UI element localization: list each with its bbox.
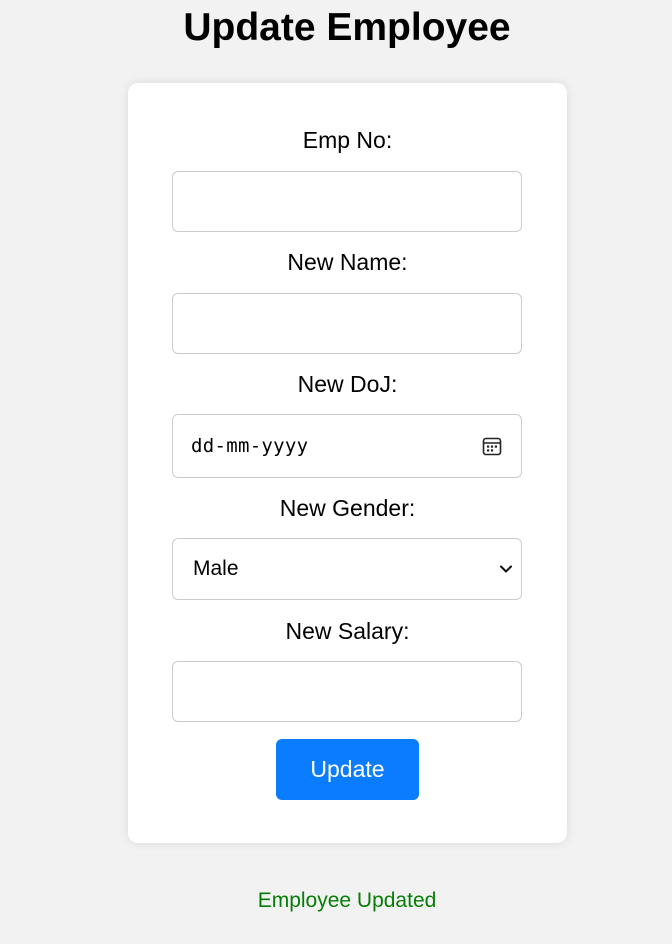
date-placeholder: dd-mm-yyyy bbox=[191, 435, 309, 457]
page-title: Update Employee bbox=[183, 6, 511, 49]
chevron-down-icon bbox=[499, 562, 513, 576]
emp-no-label: Emp No: bbox=[302, 127, 393, 153]
new-salary-input[interactable] bbox=[172, 661, 522, 722]
new-gender-label: New Gender: bbox=[279, 495, 416, 521]
new-name-input[interactable] bbox=[172, 293, 522, 354]
new-doj-label: New DoJ: bbox=[297, 371, 398, 397]
selected-gender: Male bbox=[193, 557, 239, 580]
update-button[interactable]: Update bbox=[276, 739, 419, 800]
calendar-icon[interactable] bbox=[481, 435, 503, 457]
update-employee-form: Emp No: New Name: New DoJ: dd-mm-yyyy Ne… bbox=[128, 83, 567, 843]
status-message: Employee Updated bbox=[257, 889, 437, 912]
new-salary-label: New Salary: bbox=[285, 618, 410, 644]
new-gender-select[interactable]: Male bbox=[172, 538, 522, 600]
new-doj-date-input[interactable]: dd-mm-yyyy bbox=[172, 414, 522, 478]
emp-no-input[interactable] bbox=[172, 171, 522, 232]
new-name-label: New Name: bbox=[287, 249, 408, 275]
